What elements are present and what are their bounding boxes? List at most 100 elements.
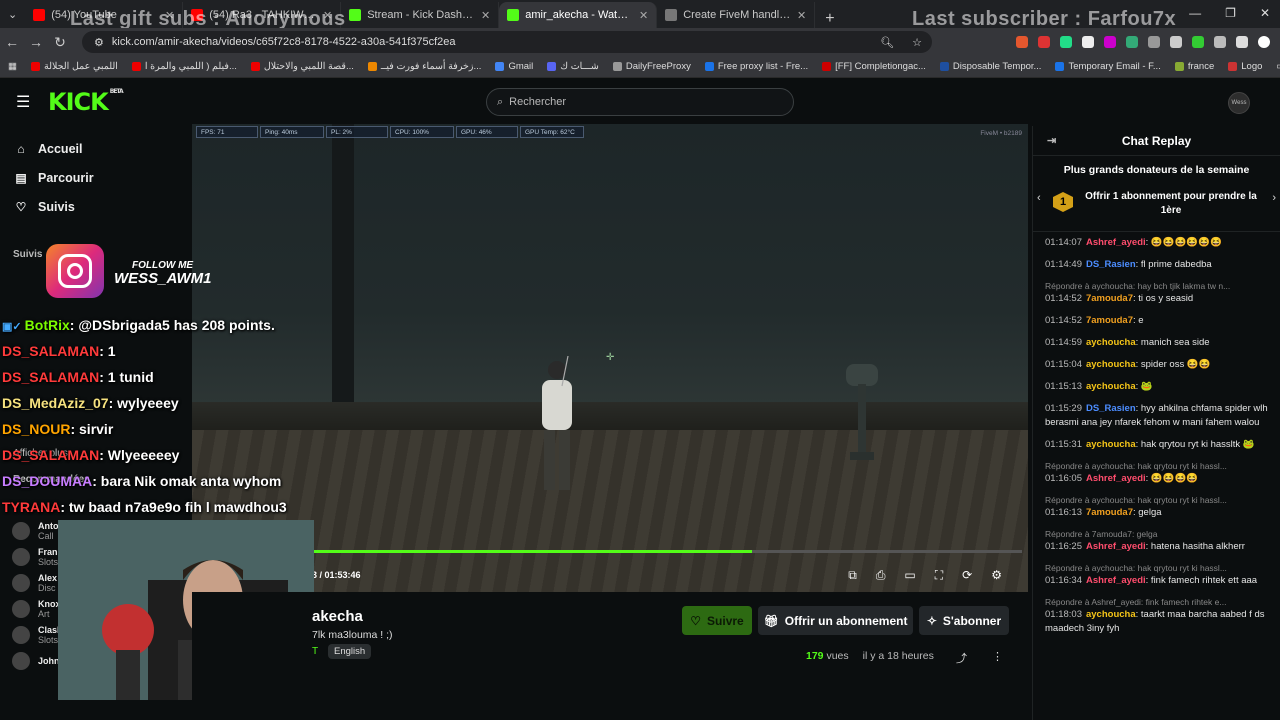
close-tab-icon[interactable]: ✕	[797, 9, 806, 22]
extension-icon[interactable]	[1016, 36, 1028, 48]
extension-icon[interactable]	[1082, 36, 1094, 48]
overlay-chat-line: DS_NOUR: sirvir	[2, 418, 302, 444]
extension-icon[interactable]	[1060, 36, 1072, 48]
bookmark-star-icon[interactable]: ☆	[912, 36, 922, 49]
collapse-chat-icon[interactable]: ⇥	[1047, 134, 1056, 147]
overlay-chat-text: : 1	[99, 343, 116, 359]
message-username[interactable]: 7amouda7	[1086, 293, 1133, 304]
url-text: kick.com/amir-akecha/videos/c65f72c8-817…	[111, 36, 456, 48]
bookmark-label: Temporary Email - F...	[1068, 61, 1161, 72]
extension-icon[interactable]	[1148, 36, 1160, 48]
message-username[interactable]: aychoucha	[1086, 439, 1136, 450]
back-icon[interactable]: ←	[0, 34, 24, 50]
user-avatar[interactable]: Wess	[1228, 92, 1250, 114]
chat-message-block: Répondre à aychoucha: hak qrytou ryt ki …	[1045, 460, 1270, 486]
apps-icon[interactable]: ▦	[8, 61, 17, 72]
extension-icon[interactable]	[1126, 36, 1138, 48]
language-tag[interactable]: English	[328, 644, 372, 659]
overlay-chat-user: DS_SALAMAN	[2, 343, 100, 359]
channel-name[interactable]: akecha	[312, 608, 363, 625]
message-username[interactable]: Ashref_ayedi	[1086, 237, 1146, 248]
bookmark-item[interactable]: فيلم ( اللمبي والمرة ا...	[131, 61, 237, 72]
tab-favicon-icon	[665, 9, 678, 21]
browser-tab[interactable]: Create FiveM handling ✕	[657, 2, 816, 28]
menu-icon[interactable]	[1236, 36, 1248, 48]
bookmark-item[interactable]: [FF] Completiongac...	[822, 61, 926, 72]
new-tab-icon[interactable]: +	[815, 10, 844, 28]
bookmark-item[interactable]: شـــات ك	[547, 61, 599, 72]
message-username[interactable]: Ashref_ayedi	[1086, 473, 1146, 484]
puzzle-icon[interactable]	[1214, 36, 1226, 48]
bookmark-item[interactable]: france	[1174, 61, 1214, 72]
url-field[interactable]: ⚙ kick.com/amir-akecha/videos/c65f72c8-8…	[82, 31, 932, 53]
fullscreen-icon[interactable]: ⛶	[935, 568, 943, 583]
close-window-icon[interactable]: ✕	[1260, 6, 1270, 20]
clip-icon[interactable]: ⎙	[876, 568, 886, 583]
bookmark-item[interactable]: DailyFreeProxy	[612, 61, 691, 72]
message-username[interactable]: aychoucha	[1086, 359, 1136, 370]
overlay-chat-line: DS_SALAMAN: Wlyeeeeey	[2, 444, 302, 470]
message-username[interactable]: 7amouda7	[1086, 507, 1133, 518]
message-username[interactable]: DS_Rasien	[1086, 403, 1136, 414]
bookmark-item[interactable]: قصة اللمبي والاحتلال...	[250, 61, 354, 72]
extension-icon[interactable]	[1192, 36, 1204, 48]
hamburger-menu-icon[interactable]: ☰	[16, 92, 30, 112]
message-username[interactable]: DS_Rasien	[1086, 259, 1136, 270]
extension-icon[interactable]	[1170, 36, 1182, 48]
theater-icon[interactable]: ▭	[904, 568, 915, 583]
chevron-left-icon[interactable]: ‹	[1037, 192, 1041, 204]
tower-viewer	[846, 364, 878, 460]
extension-icon[interactable]	[1038, 36, 1050, 48]
sidebar-item-accueil[interactable]: ⌂ Accueil	[0, 134, 192, 163]
site-info-icon[interactable]: ⚙	[94, 36, 104, 49]
message-username[interactable]: Ashref_ayedi	[1086, 575, 1146, 586]
browser-tab[interactable]: amir_akecha - Watch the VOD ✕	[499, 2, 658, 28]
sidebar-item-suivis[interactable]: ♡ Suivis	[0, 192, 192, 221]
settings-gear-icon[interactable]: ⚙	[991, 568, 1002, 583]
reply-context: Répondre à 7amouda7: gelga	[1045, 529, 1158, 539]
sidebar-item-parcourir[interactable]: ▤ Parcourir	[0, 163, 192, 192]
forward-icon[interactable]: →	[24, 34, 48, 50]
message-username[interactable]: aychoucha	[1086, 609, 1136, 620]
maximize-icon[interactable]: ❐	[1225, 6, 1236, 20]
kick-logo[interactable]: KICK BETA	[48, 88, 124, 116]
profile-icon[interactable]	[1258, 36, 1270, 48]
search-input[interactable]: ⌕ Rechercher	[486, 88, 794, 116]
extension-icon[interactable]	[1104, 36, 1116, 48]
bookmark-item[interactable]: Logo	[1228, 61, 1262, 72]
zoom-icon[interactable]: 🔍︎	[880, 36, 894, 49]
video-progress-bar[interactable]	[312, 550, 1022, 553]
message-username[interactable]: 7amouda7	[1086, 315, 1133, 326]
channel-avatar	[12, 574, 30, 592]
follow-button[interactable]: ♡ Suivre	[682, 606, 752, 635]
overlay-chat-text: : sirvir	[70, 421, 114, 437]
gift-sub-button[interactable]: 🎁︎ Offrir un abonnement	[758, 606, 913, 635]
bookmark-item[interactable]: Temporary Email - F...	[1055, 61, 1161, 72]
all-bookmarks[interactable]: ▭Tous les favoris	[1276, 61, 1280, 72]
miniplayer-icon[interactable]: ⧉	[848, 568, 857, 583]
share-icon[interactable]: ⤴	[956, 650, 967, 666]
message-username[interactable]: aychoucha	[1086, 337, 1136, 348]
message-username[interactable]: aychoucha	[1086, 381, 1136, 392]
minimize-icon[interactable]: —	[1189, 6, 1201, 20]
video-player[interactable]: FPS: 71 Ping: 40ms PL: 2% CPU: 100% GPU: 46%…	[192, 124, 1028, 592]
chevron-down-icon[interactable]: ⌄	[0, 8, 25, 21]
bookmark-item[interactable]: Gmail	[495, 61, 533, 72]
stream-category[interactable]: T	[312, 646, 318, 657]
reload-icon[interactable]: ↻	[48, 34, 72, 51]
browser-tab[interactable]: Stream - Kick Dashboard ✕	[341, 2, 500, 28]
bookmark-item[interactable]: زخرفة أسماء فورت فيــ...	[367, 61, 481, 72]
bookmark-item[interactable]: Disposable Tempor...	[939, 61, 1041, 72]
subscribe-button[interactable]: ✧ S'abonner	[919, 606, 1009, 635]
sidebar-item-label: Parcourir	[38, 170, 94, 185]
close-tab-icon[interactable]: ✕	[481, 9, 490, 22]
bookmark-item[interactable]: اللمبي عمل الجلالة	[30, 61, 118, 72]
message-username[interactable]: Ashref_ayedi	[1086, 541, 1146, 552]
donor-cta[interactable]: Offrir 1 abonnement pour prendre la 1ère	[1083, 190, 1259, 218]
chevron-right-icon[interactable]: ›	[1272, 192, 1276, 204]
speed-icon[interactable]: ⟳	[962, 568, 972, 583]
message-timestamp: 01:15:13	[1045, 381, 1082, 392]
close-tab-icon[interactable]: ✕	[639, 9, 648, 22]
more-options-icon[interactable]: ⋮	[992, 650, 1003, 663]
bookmark-item[interactable]: Free proxy list - Fre...	[704, 61, 808, 72]
